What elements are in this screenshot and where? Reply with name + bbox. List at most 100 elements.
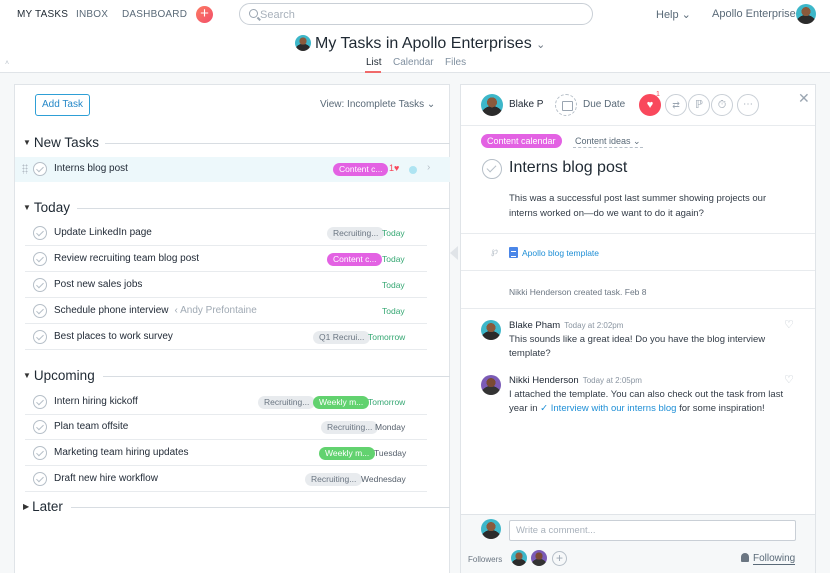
assignee-avatar[interactable] [481, 94, 503, 116]
organization-switcher[interactable]: Apollo Enterprise... [712, 8, 805, 20]
follower-avatar[interactable] [531, 550, 547, 566]
complete-checkbox[interactable] [33, 395, 47, 409]
section-header-new-tasks[interactable]: ▼ New Tasks [23, 135, 99, 150]
view-filter-dropdown[interactable]: View: Incomplete Tasks ⌄ [320, 99, 435, 110]
nav-inbox[interactable]: INBOX [76, 9, 108, 20]
user-avatar[interactable] [796, 4, 816, 24]
task-link[interactable]: ✓ Interview with our interns blog [540, 403, 676, 414]
comment-author[interactable]: Nikki Henderson [509, 375, 579, 386]
assignee-name[interactable]: Blake P [509, 99, 543, 110]
task-row[interactable]: Update LinkedIn page Recruiting... Today [25, 221, 427, 246]
search-bar[interactable] [239, 3, 593, 25]
attachment-link[interactable]: Apollo blog template [509, 247, 599, 258]
commenter-avatar[interactable] [481, 320, 501, 340]
task-name[interactable]: Post new sales jobs [54, 279, 142, 290]
due-date[interactable]: Today [382, 228, 405, 238]
due-date[interactable]: Today [382, 280, 405, 290]
project-tag[interactable]: Content calendar [481, 134, 562, 148]
complete-checkbox[interactable] [33, 252, 47, 266]
drag-handle-icon[interactable] [22, 164, 28, 174]
task-row[interactable]: Draft new hire workflow Recruiting... We… [25, 467, 427, 492]
complete-checkbox[interactable] [33, 446, 47, 460]
due-date[interactable]: Tomorrow [368, 397, 405, 407]
attachment-icon[interactable]: ℙ [688, 94, 710, 116]
following-toggle[interactable]: Following [741, 553, 796, 565]
task-name[interactable]: Best places to work survey [54, 331, 173, 342]
like-comment-icon[interactable]: ♡ [784, 373, 794, 386]
like-count[interactable]: 1♥ [389, 163, 399, 173]
task-row[interactable]: Best places to work survey Q1 Recrui... … [25, 325, 427, 350]
timer-icon[interactable]: ⏱ [711, 94, 733, 116]
task-row[interactable]: Schedule phone interview ‹ Andy Prefontai… [25, 299, 427, 324]
commenter-avatar[interactable] [481, 375, 501, 395]
add-task-button[interactable]: Add Task [35, 94, 90, 116]
project-tag[interactable]: Weekly m... [313, 396, 370, 409]
task-row[interactable]: Plan team offsite Recruiting... Monday [25, 415, 427, 440]
task-title[interactable]: Interns blog post [509, 159, 627, 177]
follower-avatar[interactable] [511, 550, 527, 566]
more-options-icon[interactable]: ⋯ [737, 94, 759, 116]
search-input[interactable] [260, 7, 580, 22]
task-name[interactable]: Interns blog post [54, 163, 128, 174]
project-tag[interactable]: Q1 Recrui... [313, 331, 371, 344]
like-comment-icon[interactable]: ♡ [784, 318, 794, 331]
section-dropdown[interactable]: Content ideas ⌄ [573, 134, 643, 148]
due-date[interactable]: Wednesday [361, 474, 406, 484]
due-date[interactable]: Today [382, 306, 405, 316]
task-row[interactable]: Post new sales jobs Today [25, 273, 427, 298]
attachment-divider [461, 270, 815, 271]
complete-checkbox[interactable] [33, 162, 47, 176]
due-date[interactable]: Tomorrow [368, 332, 405, 342]
project-tag[interactable]: Recruiting... [258, 396, 316, 409]
section-header-upcoming[interactable]: ▼ Upcoming [23, 368, 95, 383]
complete-checkbox[interactable] [33, 304, 47, 318]
comment-author[interactable]: Blake Pham [509, 320, 560, 331]
task-name[interactable]: Marketing team hiring updates [54, 447, 189, 458]
tab-list[interactable]: List [366, 57, 382, 68]
complete-checkbox[interactable] [33, 330, 47, 344]
title-chevron-down-icon[interactable]: ⌄ [536, 39, 545, 51]
task-name[interactable]: Intern hiring kickoff [54, 396, 138, 407]
project-tag[interactable]: Recruiting... [327, 227, 385, 240]
section-header-later[interactable]: ▶ Later [23, 499, 63, 514]
task-name[interactable]: Draft new hire workflow [54, 473, 158, 484]
complete-checkbox[interactable] [482, 159, 502, 179]
subtask-icon[interactable]: ⇄ [665, 94, 687, 116]
chevron-right-icon[interactable]: › [427, 162, 430, 173]
task-name[interactable]: Review recruiting team blog post [54, 253, 199, 264]
task-name[interactable]: Update LinkedIn page [54, 227, 152, 238]
due-date[interactable]: Tuesday [374, 448, 406, 458]
project-tag[interactable]: Weekly m... [319, 447, 376, 460]
tab-files[interactable]: Files [445, 57, 466, 68]
complete-checkbox[interactable] [33, 278, 47, 292]
complete-checkbox[interactable] [33, 226, 47, 240]
task-row[interactable]: Marketing team hiring updates Weekly m..… [25, 441, 427, 466]
calendar-icon[interactable] [555, 94, 577, 116]
project-tag[interactable]: Recruiting... [305, 473, 363, 486]
task-name[interactable]: Schedule phone interview ‹ Andy Prefontai… [54, 305, 257, 316]
due-date[interactable]: Today [382, 254, 405, 264]
project-tag[interactable]: Content c... [333, 163, 389, 176]
quick-add-button[interactable]: + [196, 6, 213, 23]
due-date-field[interactable]: Due Date [583, 99, 625, 110]
tab-calendar[interactable]: Calendar [393, 57, 434, 68]
complete-checkbox[interactable] [33, 420, 47, 434]
task-row[interactable]: Review recruiting team blog post Content… [25, 247, 427, 272]
task-row[interactable]: Intern hiring kickoff Recruiting... Week… [25, 390, 427, 415]
task-row[interactable]: Interns blog post Content c... 1♥ › [15, 157, 450, 182]
section-header-today[interactable]: ▼ Today [23, 200, 70, 215]
project-tag[interactable]: Recruiting... [321, 421, 379, 434]
task-description[interactable]: This was a successful post last summer s… [509, 191, 789, 221]
comment-input[interactable] [509, 520, 796, 541]
add-follower-button[interactable]: + [552, 551, 567, 566]
complete-checkbox[interactable] [33, 472, 47, 486]
help-menu[interactable]: Help ⌄ [656, 8, 691, 21]
nav-dashboard[interactable]: DASHBOARD [122, 9, 187, 20]
project-tag[interactable]: Content c... [327, 253, 383, 266]
assignee-name[interactable]: ‹ Andy Prefontaine [175, 305, 257, 316]
collapse-icon[interactable]: ˄ [5, 60, 9, 67]
due-date[interactable]: Monday [375, 422, 405, 432]
task-name[interactable]: Plan team offsite [54, 421, 128, 432]
close-icon[interactable]: ✕ [798, 90, 810, 107]
nav-my-tasks[interactable]: MY TASKS [17, 9, 68, 20]
